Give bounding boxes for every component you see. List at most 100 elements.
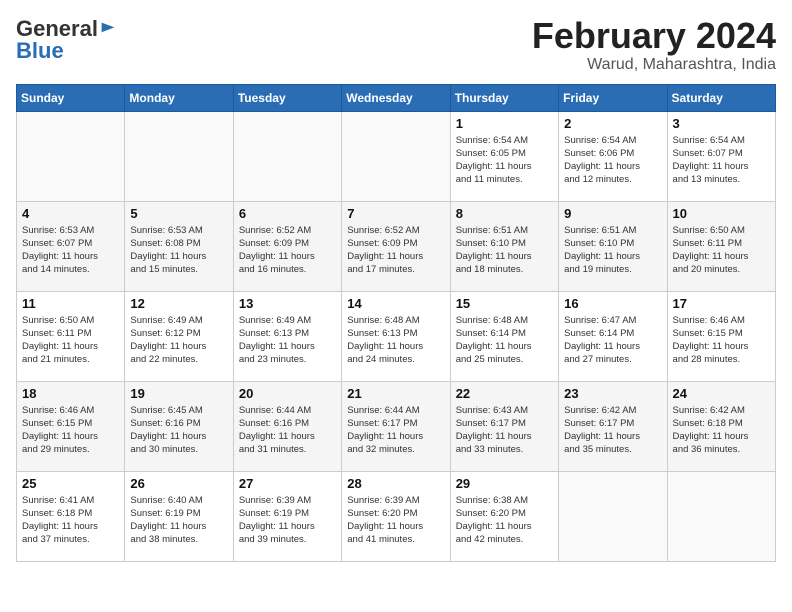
calendar-week-3: 11 Sunrise: 6:50 AM Sunset: 6:11 PM Dayli… <box>17 291 776 381</box>
day-header-sunday: Sunday <box>17 84 125 111</box>
calendar-cell: 19 Sunrise: 6:45 AM Sunset: 6:16 PM Dayli… <box>125 381 233 471</box>
day-header-friday: Friday <box>559 84 667 111</box>
day-number: 1 <box>456 116 553 131</box>
day-info: Sunrise: 6:49 AM Sunset: 6:12 PM Dayligh… <box>130 314 227 367</box>
logo-blue-text: Blue <box>16 38 64 64</box>
day-info: Sunrise: 6:54 AM Sunset: 6:05 PM Dayligh… <box>456 134 553 187</box>
day-number: 18 <box>22 386 119 401</box>
calendar-cell: 4Sunrise: 6:53 AM Sunset: 6:07 PM Daylig… <box>17 201 125 291</box>
day-number: 14 <box>347 296 444 311</box>
calendar-cell: 18 Sunrise: 6:46 AM Sunset: 6:15 PM Dayli… <box>17 381 125 471</box>
calendar-cell: 3Sunrise: 6:54 AM Sunset: 6:07 PM Daylig… <box>667 111 775 201</box>
day-info: Sunrise: 6:44 AM Sunset: 6:16 PM Dayligh… <box>239 404 336 457</box>
month-title: February 2024 <box>532 16 776 56</box>
day-number: 24 <box>673 386 770 401</box>
day-number: 2 <box>564 116 661 131</box>
day-number: 5 <box>130 206 227 221</box>
day-info: Sunrise: 6:48 AM Sunset: 6:14 PM Dayligh… <box>456 314 553 367</box>
day-info: Sunrise: 6:40 AM Sunset: 6:19 PM Dayligh… <box>130 494 227 547</box>
day-number: 20 <box>239 386 336 401</box>
calendar-cell: 1 Sunrise: 6:54 AM Sunset: 6:05 PM Daylig… <box>450 111 558 201</box>
calendar-cell <box>667 471 775 561</box>
day-info: Sunrise: 6:51 AM Sunset: 6:10 PM Dayligh… <box>456 224 553 277</box>
day-number: 29 <box>456 476 553 491</box>
calendar-body: 1 Sunrise: 6:54 AM Sunset: 6:05 PM Daylig… <box>17 111 776 561</box>
day-info: Sunrise: 6:39 AM Sunset: 6:20 PM Dayligh… <box>347 494 444 547</box>
calendar-week-1: 1 Sunrise: 6:54 AM Sunset: 6:05 PM Daylig… <box>17 111 776 201</box>
calendar-cell: 10 Sunrise: 6:50 AM Sunset: 6:11 PM Dayli… <box>667 201 775 291</box>
day-info: Sunrise: 6:47 AM Sunset: 6:14 PM Dayligh… <box>564 314 661 367</box>
day-info: Sunrise: 6:54 AM Sunset: 6:07 PM Dayligh… <box>673 134 770 187</box>
calendar-cell: 26 Sunrise: 6:40 AM Sunset: 6:19 PM Dayli… <box>125 471 233 561</box>
day-info: Sunrise: 6:42 AM Sunset: 6:18 PM Dayligh… <box>673 404 770 457</box>
calendar-cell <box>233 111 341 201</box>
calendar-cell: 21 Sunrise: 6:44 AM Sunset: 6:17 PM Dayli… <box>342 381 450 471</box>
location-subtitle: Warud, Maharashtra, India <box>532 56 776 74</box>
day-number: 21 <box>347 386 444 401</box>
calendar-cell: 9Sunrise: 6:51 AM Sunset: 6:10 PM Daylig… <box>559 201 667 291</box>
day-header-saturday: Saturday <box>667 84 775 111</box>
calendar-cell: 14 Sunrise: 6:48 AM Sunset: 6:13 PM Dayli… <box>342 291 450 381</box>
day-info: Sunrise: 6:38 AM Sunset: 6:20 PM Dayligh… <box>456 494 553 547</box>
calendar-cell <box>17 111 125 201</box>
day-info: Sunrise: 6:50 AM Sunset: 6:11 PM Dayligh… <box>673 224 770 277</box>
day-number: 19 <box>130 386 227 401</box>
day-number: 22 <box>456 386 553 401</box>
day-number: 4 <box>22 206 119 221</box>
header-area: General Blue February 2024 Warud, Mahara… <box>16 16 776 74</box>
calendar-cell: 22 Sunrise: 6:43 AM Sunset: 6:17 PM Dayli… <box>450 381 558 471</box>
calendar-cell: 28 Sunrise: 6:39 AM Sunset: 6:20 PM Dayli… <box>342 471 450 561</box>
calendar-cell: 12 Sunrise: 6:49 AM Sunset: 6:12 PM Dayli… <box>125 291 233 381</box>
calendar-cell: 25 Sunrise: 6:41 AM Sunset: 6:18 PM Dayli… <box>17 471 125 561</box>
day-number: 10 <box>673 206 770 221</box>
day-info: Sunrise: 6:42 AM Sunset: 6:17 PM Dayligh… <box>564 404 661 457</box>
day-number: 17 <box>673 296 770 311</box>
calendar-cell <box>559 471 667 561</box>
day-number: 28 <box>347 476 444 491</box>
calendar-cell: 16 Sunrise: 6:47 AM Sunset: 6:14 PM Dayli… <box>559 291 667 381</box>
calendar-header: SundayMondayTuesdayWednesdayThursdayFrid… <box>17 84 776 111</box>
calendar-cell <box>125 111 233 201</box>
calendar-cell: 29 Sunrise: 6:38 AM Sunset: 6:20 PM Dayli… <box>450 471 558 561</box>
calendar-cell: 11 Sunrise: 6:50 AM Sunset: 6:11 PM Dayli… <box>17 291 125 381</box>
calendar-table: SundayMondayTuesdayWednesdayThursdayFrid… <box>16 84 776 562</box>
day-number: 12 <box>130 296 227 311</box>
day-header-wednesday: Wednesday <box>342 84 450 111</box>
day-number: 16 <box>564 296 661 311</box>
calendar-cell: 24 Sunrise: 6:42 AM Sunset: 6:18 PM Dayli… <box>667 381 775 471</box>
day-info: Sunrise: 6:54 AM Sunset: 6:06 PM Dayligh… <box>564 134 661 187</box>
calendar-cell: 6Sunrise: 6:52 AM Sunset: 6:09 PM Daylig… <box>233 201 341 291</box>
day-info: Sunrise: 6:48 AM Sunset: 6:13 PM Dayligh… <box>347 314 444 367</box>
calendar-cell: 8 Sunrise: 6:51 AM Sunset: 6:10 PM Daylig… <box>450 201 558 291</box>
day-info: Sunrise: 6:53 AM Sunset: 6:08 PM Dayligh… <box>130 224 227 277</box>
calendar-week-2: 4Sunrise: 6:53 AM Sunset: 6:07 PM Daylig… <box>17 201 776 291</box>
calendar-cell <box>342 111 450 201</box>
calendar-week-4: 18 Sunrise: 6:46 AM Sunset: 6:15 PM Dayli… <box>17 381 776 471</box>
calendar-cell: 7Sunrise: 6:52 AM Sunset: 6:09 PM Daylig… <box>342 201 450 291</box>
day-number: 25 <box>22 476 119 491</box>
day-info: Sunrise: 6:46 AM Sunset: 6:15 PM Dayligh… <box>22 404 119 457</box>
day-header-row: SundayMondayTuesdayWednesdayThursdayFrid… <box>17 84 776 111</box>
day-number: 27 <box>239 476 336 491</box>
day-info: Sunrise: 6:44 AM Sunset: 6:17 PM Dayligh… <box>347 404 444 457</box>
day-number: 26 <box>130 476 227 491</box>
calendar-cell: 5 Sunrise: 6:53 AM Sunset: 6:08 PM Daylig… <box>125 201 233 291</box>
day-number: 11 <box>22 296 119 311</box>
day-info: Sunrise: 6:41 AM Sunset: 6:18 PM Dayligh… <box>22 494 119 547</box>
title-area: February 2024 Warud, Maharashtra, India <box>532 16 776 74</box>
day-info: Sunrise: 6:43 AM Sunset: 6:17 PM Dayligh… <box>456 404 553 457</box>
logo: General Blue <box>16 16 116 64</box>
calendar-cell: 20 Sunrise: 6:44 AM Sunset: 6:16 PM Dayli… <box>233 381 341 471</box>
calendar-cell: 13Sunrise: 6:49 AM Sunset: 6:13 PM Dayli… <box>233 291 341 381</box>
day-info: Sunrise: 6:45 AM Sunset: 6:16 PM Dayligh… <box>130 404 227 457</box>
calendar-cell: 15Sunrise: 6:48 AM Sunset: 6:14 PM Dayli… <box>450 291 558 381</box>
day-info: Sunrise: 6:49 AM Sunset: 6:13 PM Dayligh… <box>239 314 336 367</box>
day-header-tuesday: Tuesday <box>233 84 341 111</box>
day-number: 8 <box>456 206 553 221</box>
day-info: Sunrise: 6:52 AM Sunset: 6:09 PM Dayligh… <box>347 224 444 277</box>
day-info: Sunrise: 6:51 AM Sunset: 6:10 PM Dayligh… <box>564 224 661 277</box>
day-number: 23 <box>564 386 661 401</box>
calendar-cell: 27Sunrise: 6:39 AM Sunset: 6:19 PM Dayli… <box>233 471 341 561</box>
day-info: Sunrise: 6:50 AM Sunset: 6:11 PM Dayligh… <box>22 314 119 367</box>
day-header-thursday: Thursday <box>450 84 558 111</box>
